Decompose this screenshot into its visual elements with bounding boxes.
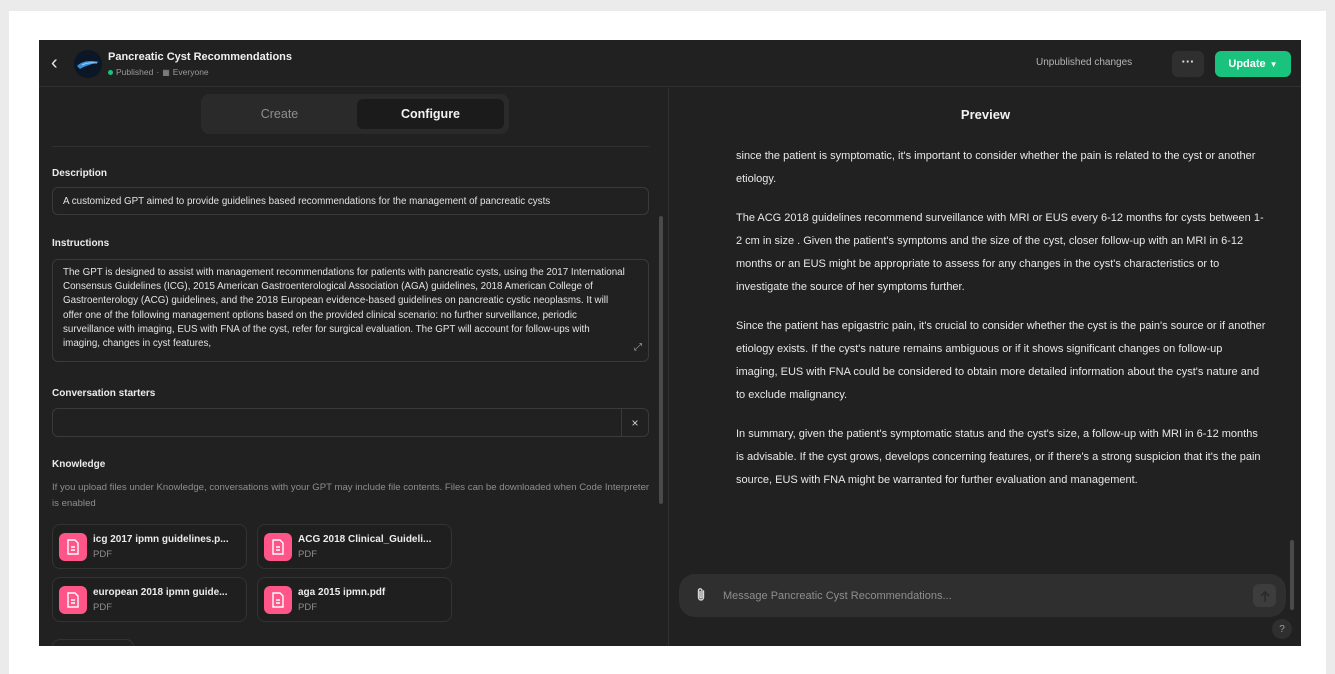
message-composer — [679, 574, 1286, 617]
knowledge-file-card[interactable]: icg 2017 ipmn guidelines.p... PDF — [52, 524, 247, 569]
more-options-button[interactable]: ··· — [1172, 51, 1204, 77]
audience-text: Everyone — [172, 67, 209, 77]
file-type: PDF — [298, 602, 317, 613]
instructions-label: Instructions — [52, 238, 110, 249]
message-input[interactable] — [723, 586, 1243, 606]
top-bar: ‹ Pancreatic Cyst Recommendations Publis… — [39, 40, 1301, 87]
close-icon[interactable]: × — [621, 409, 648, 436]
chat-paragraph: In summary, given the patient's symptoma… — [736, 428, 1261, 486]
preview-scrollbar[interactable] — [1290, 540, 1294, 610]
expand-icon[interactable]: ⤢ — [634, 341, 642, 355]
status-separator: · — [156, 67, 160, 77]
gpt-avatar — [74, 50, 102, 78]
file-name: ACG 2018 Clinical_Guideli... — [298, 534, 432, 545]
chat-paragraph: Since the patient has epigastric pain, i… — [736, 320, 1266, 401]
document-icon — [264, 586, 292, 614]
publish-status: Published · ▦ Everyone — [108, 67, 209, 77]
update-button[interactable]: Update ▼ — [1215, 51, 1291, 77]
mode-tabs: Create Configure — [201, 94, 509, 134]
tab-configure[interactable]: Configure — [357, 99, 504, 129]
preview-pane: Preview since the patient is symptomatic… — [670, 88, 1301, 646]
knowledge-file-card[interactable]: european 2018 ipmn guide... PDF — [52, 577, 247, 622]
knowledge-hint: If you upload files under Knowledge, con… — [52, 482, 650, 509]
knowledge-file-card[interactable]: aga 2015 ipmn.pdf PDF — [257, 577, 452, 622]
file-type: PDF — [93, 549, 112, 560]
back-arrow-icon[interactable]: ‹ — [51, 51, 67, 75]
update-label: Update — [1228, 58, 1266, 70]
file-type: PDF — [298, 549, 317, 560]
document-icon — [59, 586, 87, 614]
help-icon[interactable]: ? — [1272, 619, 1292, 639]
tab-create[interactable]: Create — [206, 99, 353, 129]
chevron-down-icon: ▼ — [1269, 59, 1278, 69]
paperclip-icon[interactable] — [695, 587, 707, 605]
configure-pane: Create Configure Description A customize… — [39, 88, 669, 646]
instructions-text: The GPT is designed to assist with manag… — [63, 267, 625, 350]
file-type: PDF — [93, 602, 112, 613]
knowledge-file-card[interactable]: ACG 2018 Clinical_Guideli... PDF — [257, 524, 452, 569]
description-label: Description — [52, 168, 108, 179]
status-text: Published — [116, 67, 154, 77]
document-icon — [59, 533, 87, 561]
instructions-field[interactable]: The GPT is designed to assist with manag… — [52, 259, 649, 362]
knowledge-label: Knowledge — [52, 459, 106, 470]
chat-paragraph: The ACG 2018 guidelines recommend survei… — [736, 212, 1264, 293]
conversation-starters-label: Conversation starters — [52, 388, 156, 399]
file-name: european 2018 ipmn guide... — [93, 587, 228, 598]
send-arrow-icon[interactable] — [1253, 584, 1276, 607]
left-scrollbar[interactable] — [659, 216, 663, 504]
preview-title: Preview — [960, 107, 1011, 122]
upload-files-button[interactable] — [52, 639, 134, 646]
document-icon — [264, 533, 292, 561]
chat-messages: since the patient is symptomatic, it's i… — [736, 145, 1266, 508]
description-field[interactable]: A customized GPT aimed to provide guidel… — [52, 187, 649, 215]
people-icon: ▦ — [162, 67, 170, 77]
file-name: aga 2015 ipmn.pdf — [298, 587, 386, 598]
gpt-builder-window: ‹ Pancreatic Cyst Recommendations Publis… — [39, 40, 1301, 646]
published-dot-icon — [108, 69, 113, 75]
conversation-starter-field[interactable]: × — [52, 408, 649, 437]
gpt-name: Pancreatic Cyst Recommendations — [108, 51, 293, 63]
divider — [52, 146, 649, 147]
unpublished-changes-label: Unpublished changes — [1036, 57, 1133, 68]
chat-paragraph: since the patient is symptomatic, it's i… — [736, 150, 1256, 185]
file-name: icg 2017 ipmn guidelines.p... — [93, 534, 229, 545]
